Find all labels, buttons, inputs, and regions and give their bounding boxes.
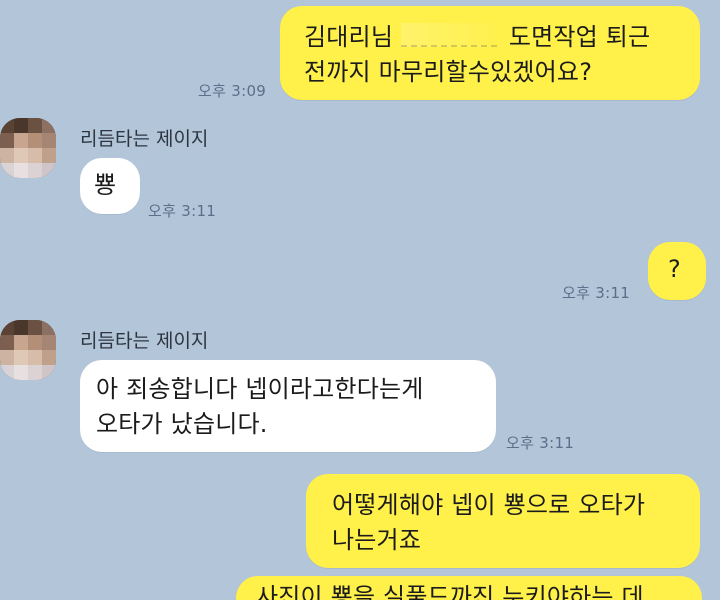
their-message-bubble[interactable]: 뿅 [80, 158, 140, 214]
message-timestamp: 오후 3:09 [198, 82, 267, 100]
sender-name: 리듬타는 제이지 [80, 330, 209, 352]
contact-avatar[interactable] [0, 320, 56, 380]
chat-room: 김대리님 도면작업 퇴근 전까지 마무리할수있겠어요? 오후 3:09 리듬타는… [0, 0, 720, 600]
message-text: ? [668, 255, 681, 283]
message-timestamp: 오후 3:11 [506, 434, 575, 452]
message-timestamp: 오후 3:11 [562, 284, 631, 302]
message-text: 도면작업 퇴근 [508, 23, 651, 51]
message-line: 어떻게해야 넵이 뿅으로 오타가 [332, 491, 646, 519]
redacted-text [400, 23, 497, 47]
message-line: 전까지 마무리할수있겠어요? [304, 58, 593, 86]
my-message-bubble[interactable]: 김대리님 도면작업 퇴근 전까지 마무리할수있겠어요? [280, 6, 700, 100]
my-message-bubble[interactable]: 사진이 뿅을 실풀드까진 누키야하는 데 [236, 576, 702, 600]
message-line: 나는거죠 [332, 526, 422, 554]
message-text: 김대리님 [304, 23, 394, 51]
message-timestamp: 오후 3:11 [148, 202, 217, 220]
message-line: 김대리님 도면작업 퇴근 [304, 20, 674, 55]
message-line: 오타가 났습니다. [96, 410, 268, 438]
message-line: 사진이 뿅을 실풀드까진 누키야하는 데 [256, 583, 644, 600]
message-line: 아 죄송합니다 넵이라고한다는게 [96, 375, 424, 403]
sender-name: 리듬타는 제이지 [80, 128, 209, 150]
contact-avatar[interactable] [0, 118, 56, 178]
their-message-bubble[interactable]: 아 죄송합니다 넵이라고한다는게 오타가 났습니다. [80, 360, 496, 452]
my-message-bubble[interactable]: ? [648, 242, 706, 300]
my-message-bubble[interactable]: 어떻게해야 넵이 뿅으로 오타가 나는거죠 [306, 474, 700, 568]
message-text: 뿅 [94, 171, 117, 199]
